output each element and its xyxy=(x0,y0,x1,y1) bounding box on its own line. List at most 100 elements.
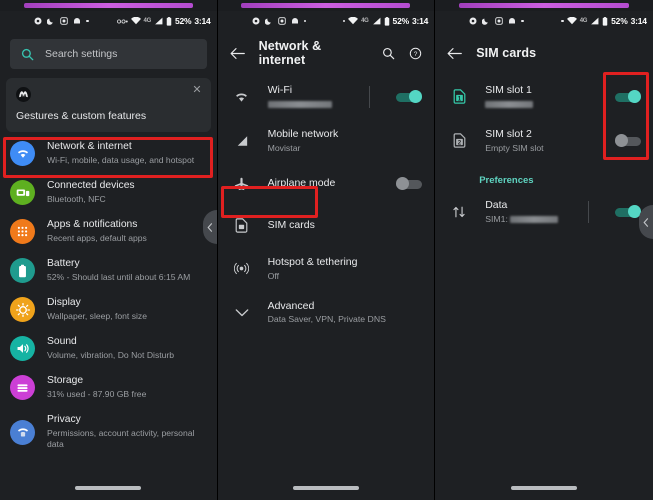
page-title: SIM cards xyxy=(476,46,537,60)
row-title: Apps & notifications xyxy=(47,219,138,231)
notification-icons xyxy=(34,17,89,25)
sim-slot-1-toggle[interactable] xyxy=(614,90,641,104)
sim-label: SIM1: xyxy=(485,213,508,224)
top-accent-rail xyxy=(217,0,435,11)
sim-row-data[interactable]: Data SIM1: xyxy=(435,190,653,234)
row-title: Privacy xyxy=(47,414,81,426)
gesture-nav-bar[interactable] xyxy=(435,476,653,500)
row-subtitle-redacted xyxy=(485,99,599,110)
edge-swipe-arrow-right[interactable] xyxy=(638,205,653,239)
battery-icon xyxy=(384,16,390,26)
settings-row-sound[interactable]: Sound Volume, vibration, Do Not Disturb xyxy=(0,329,217,368)
settings-row-network-internet[interactable]: Network & internet Wi-Fi, mobile, data u… xyxy=(0,134,217,173)
wifi-toggle[interactable] xyxy=(396,90,423,104)
row-title: Network & internet xyxy=(47,141,132,152)
network-row-hotspot-tethering[interactable]: Hotspot & tethering Off xyxy=(218,247,435,291)
search-settings-bar[interactable]: Search settings xyxy=(10,39,207,69)
search-placeholder: Search settings xyxy=(45,48,118,60)
network-row-sim-cards[interactable]: SIM cards xyxy=(218,205,435,247)
privacy-icon xyxy=(10,419,35,445)
dot-icon xyxy=(561,19,564,23)
toggle-knob xyxy=(409,90,423,104)
hotspot-icon xyxy=(232,261,252,276)
home-gesture-pill[interactable] xyxy=(510,486,577,490)
row-subtitle: 31% used - 87.90 GB free xyxy=(47,389,147,400)
promo-card-gestures[interactable]: ✕ Gestures & custom features xyxy=(6,78,211,132)
row-title: Hotspot & tethering xyxy=(267,255,358,268)
promo-title: Gestures & custom features xyxy=(16,110,147,122)
panel-sim-cards: 4G 52% 3:14 SIM cards 1 SIM slot 1 2 SIM… xyxy=(435,0,653,500)
row-title: Display xyxy=(47,297,81,309)
settings-row-apps-notifications[interactable]: Apps & notifications Recent apps, defaul… xyxy=(0,212,217,251)
chevron-down-icon xyxy=(232,308,252,318)
app-bar-actions: ? xyxy=(382,47,422,60)
svg-text:2: 2 xyxy=(457,140,461,147)
panel-settings-home: 4G 52% 3:14 Search settings ✕ Gestures &… xyxy=(0,0,218,500)
signal-bars-icon xyxy=(372,17,381,25)
battery-icon xyxy=(166,16,172,26)
network-row-wifi[interactable]: Wi-Fi xyxy=(218,75,435,119)
network-row-airplane-mode[interactable]: Airplane mode xyxy=(218,163,435,205)
wifi-icon xyxy=(232,91,252,103)
row-title: Data xyxy=(485,198,508,211)
row-subtitle: Off xyxy=(267,270,280,281)
home-gesture-pill[interactable] xyxy=(292,486,359,490)
clock-label: 3:14 xyxy=(630,16,647,26)
search-icon xyxy=(21,48,34,61)
page-title: Network & internet xyxy=(258,39,322,67)
gesture-nav-bar[interactable] xyxy=(217,476,435,500)
accent-bar xyxy=(241,3,411,8)
panel-network-internet: 4G 52% 3:14 Network & internet ? Wi-Fi M… xyxy=(217,0,436,500)
storage-icon xyxy=(10,375,35,401)
network-type-label: 4G xyxy=(143,18,152,24)
wifi-icon xyxy=(10,141,35,167)
back-arrow-icon[interactable] xyxy=(447,47,463,60)
row-subtitle: Volume, vibration, Do Not Disturb xyxy=(47,350,175,361)
section-header-preferences: Preferences xyxy=(479,174,534,186)
chevron-left-icon xyxy=(207,222,212,232)
record-icon xyxy=(252,17,260,25)
data-transfer-icon xyxy=(449,205,469,219)
arch-icon xyxy=(508,17,516,25)
dnd-moon-icon xyxy=(47,17,55,25)
airplane-icon xyxy=(232,176,252,191)
top-accent-rail xyxy=(435,0,653,11)
wifi-icon xyxy=(566,17,577,25)
settings-row-display[interactable]: Display Wallpaper, sleep, font size xyxy=(0,290,217,329)
row-subtitle: Bluetooth, NFC xyxy=(47,193,106,204)
airplane-mode-toggle[interactable] xyxy=(396,177,423,191)
search-icon[interactable] xyxy=(382,47,395,60)
sim-1-icon: 1 xyxy=(449,89,469,105)
data-toggle[interactable] xyxy=(614,205,641,219)
settings-row-connected-devices[interactable]: Connected devices Bluetooth, NFC xyxy=(0,173,217,212)
home-gesture-pill[interactable] xyxy=(75,486,142,490)
settings-row-storage[interactable]: Storage 31% used - 87.90 GB free xyxy=(0,368,217,407)
settings-row-privacy[interactable]: Privacy Permissions, account activity, p… xyxy=(0,407,217,457)
row-divider xyxy=(587,200,589,223)
network-row-mobile-network[interactable]: Mobile network Movistar xyxy=(218,119,435,163)
top-accent-rail xyxy=(0,0,217,11)
back-arrow-icon[interactable] xyxy=(230,47,245,60)
sim-row-slot-2[interactable]: 2 SIM slot 2 Empty SIM slot xyxy=(435,119,653,163)
sim-row-slot-1[interactable]: 1 SIM slot 1 xyxy=(435,75,653,119)
settings-row-battery[interactable]: Battery 52% - Should last until about 6:… xyxy=(0,251,217,290)
row-subtitle: Wi-Fi, mobile, data usage, and hotspot xyxy=(47,154,195,165)
motorola-logo-icon xyxy=(16,87,31,102)
dot-icon xyxy=(342,19,346,23)
dot-icon xyxy=(303,19,307,23)
close-icon[interactable]: ✕ xyxy=(192,85,201,96)
svg-text:?: ? xyxy=(414,51,418,58)
sim-slot-2-toggle[interactable] xyxy=(614,134,641,148)
notification-icons xyxy=(469,17,524,25)
redacted-carrier xyxy=(485,100,534,108)
chevron-left-icon xyxy=(643,217,648,227)
help-icon[interactable]: ? xyxy=(409,47,422,60)
battery-percent-label: 52% xyxy=(611,16,628,26)
gesture-nav-bar[interactable] xyxy=(0,476,217,500)
arch-icon xyxy=(73,17,81,25)
toggle-knob xyxy=(627,90,641,104)
svg-text:1: 1 xyxy=(457,96,461,103)
row-divider xyxy=(369,85,371,108)
signal-bars-icon xyxy=(590,17,599,25)
network-row-advanced[interactable]: Advanced Data Saver, VPN, Private DNS xyxy=(218,291,435,335)
